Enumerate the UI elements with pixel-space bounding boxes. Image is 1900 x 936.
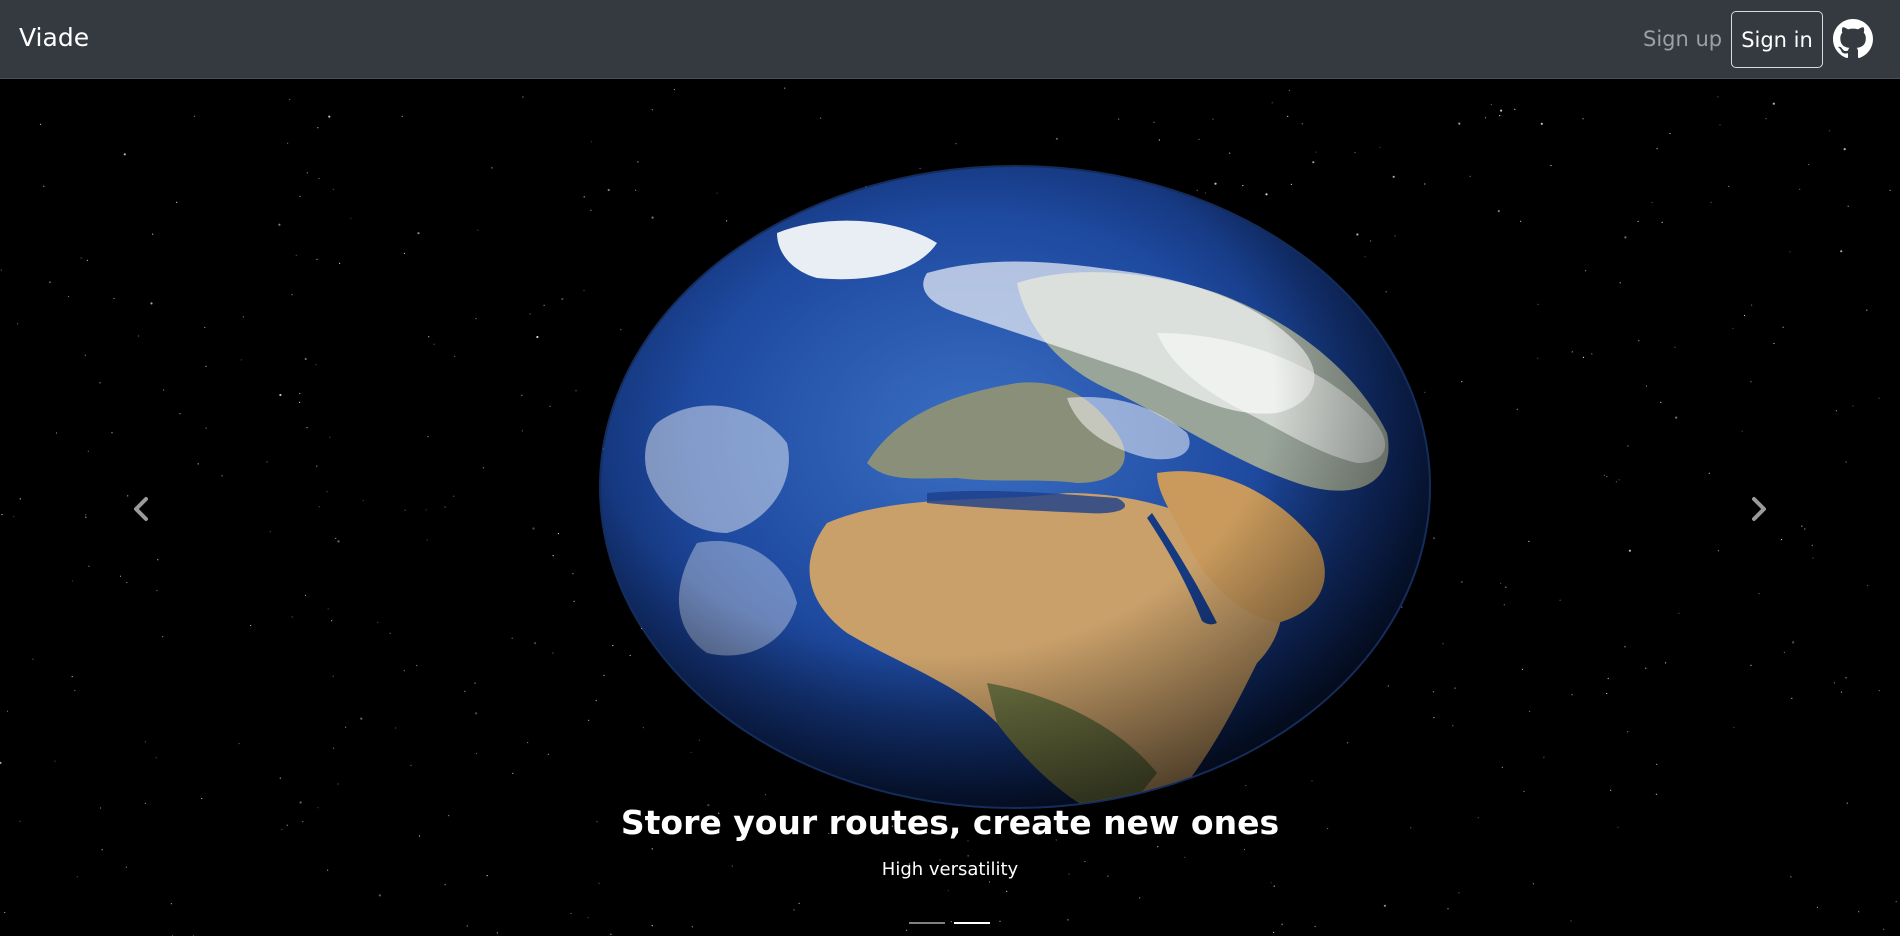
hero-carousel: Store your routes, create new ones High … [0, 79, 1900, 936]
github-icon[interactable] [1833, 19, 1873, 59]
sign-in-button[interactable]: Sign in [1731, 11, 1823, 68]
carousel-indicator-1[interactable] [909, 918, 945, 928]
sign-up-link[interactable]: Sign up [1643, 27, 1722, 52]
slide-title: Store your routes, create new ones [620, 803, 1280, 842]
carousel-prev-button[interactable] [122, 489, 162, 529]
chevron-right-icon [1752, 497, 1766, 521]
carousel-indicators [909, 918, 991, 928]
brand-link[interactable]: Viade [19, 23, 89, 53]
earth-image [599, 165, 1431, 809]
slide-subtitle: High versatility [881, 859, 1019, 880]
carousel-indicator-2[interactable] [954, 918, 990, 928]
chevron-left-icon [134, 497, 148, 521]
navbar: Viade Sign up Sign in [0, 0, 1900, 79]
carousel-next-button[interactable] [1738, 489, 1778, 529]
